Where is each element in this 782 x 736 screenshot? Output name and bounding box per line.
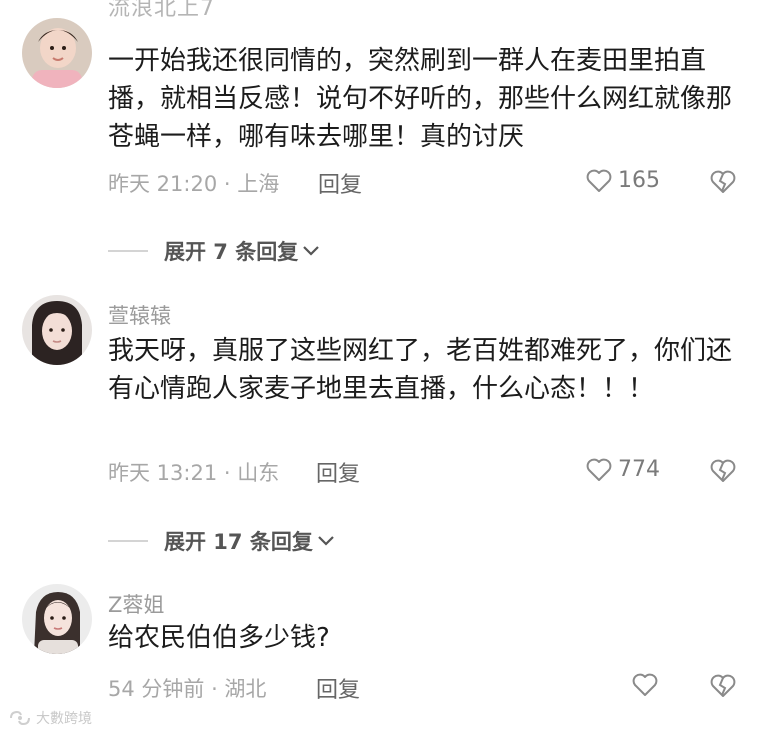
expand-replies-button[interactable]: 展开 17 条回复 [108,526,335,556]
reply-button[interactable]: 回复 [318,167,362,199]
cut-off-username: 流浪北上7 [108,0,215,21]
comment-text: 我天呀，真服了这些网红了，老百姓都难死了，你们还有心情跑人家麦子地里去直播，什么… [108,336,733,404]
avatar[interactable] [22,584,92,654]
like-button[interactable]: 165 [586,168,660,193]
heart-icon [632,673,658,696]
comment-meta: 昨天 13:21 · 山东 [108,461,280,485]
divider-line [108,250,148,252]
comment-text: 一开始我还很同情的，突然刷到一群人在麦田里拍直播，就相当反感！说句不好听的，那些… [108,46,733,152]
avatar[interactable] [22,295,92,365]
expand-label: 展开 17 条回复 [164,530,313,554]
reply-button[interactable]: 回复 [316,456,360,488]
broken-heart-icon [710,170,736,193]
like-button[interactable] [632,673,664,697]
expand-replies-button[interactable]: 展开 7 条回复 [108,236,320,266]
chevron-down-icon [303,246,320,256]
dislike-button[interactable] [710,170,736,194]
chevron-down-icon [318,536,334,546]
comment-text: 给农民伯伯多少钱? [108,623,330,653]
expand-label: 展开 7 条回复 [164,240,299,264]
heart-icon [586,458,612,481]
watermark: 大數跨境 [8,708,92,728]
dislike-button[interactable] [710,459,736,483]
divider-line [108,540,148,542]
comment-meta: 54 分钟前 · 湖北 [108,677,267,701]
heart-icon [586,169,612,192]
watermark-logo-icon [10,710,30,726]
comment-meta: 昨天 21:20 · 上海 [108,172,280,196]
username[interactable]: Z蓉姐 [108,589,164,619]
like-button[interactable]: 774 [586,457,660,482]
broken-heart-icon [710,459,736,482]
reply-button[interactable]: 回复 [316,672,360,704]
avatar[interactable] [22,18,92,88]
like-count: 774 [618,457,660,482]
watermark-text: 大數跨境 [36,711,92,727]
broken-heart-icon [710,674,736,697]
username[interactable]: 萱辕辕 [108,300,171,330]
like-count: 165 [618,168,660,193]
dislike-button[interactable] [710,674,736,698]
